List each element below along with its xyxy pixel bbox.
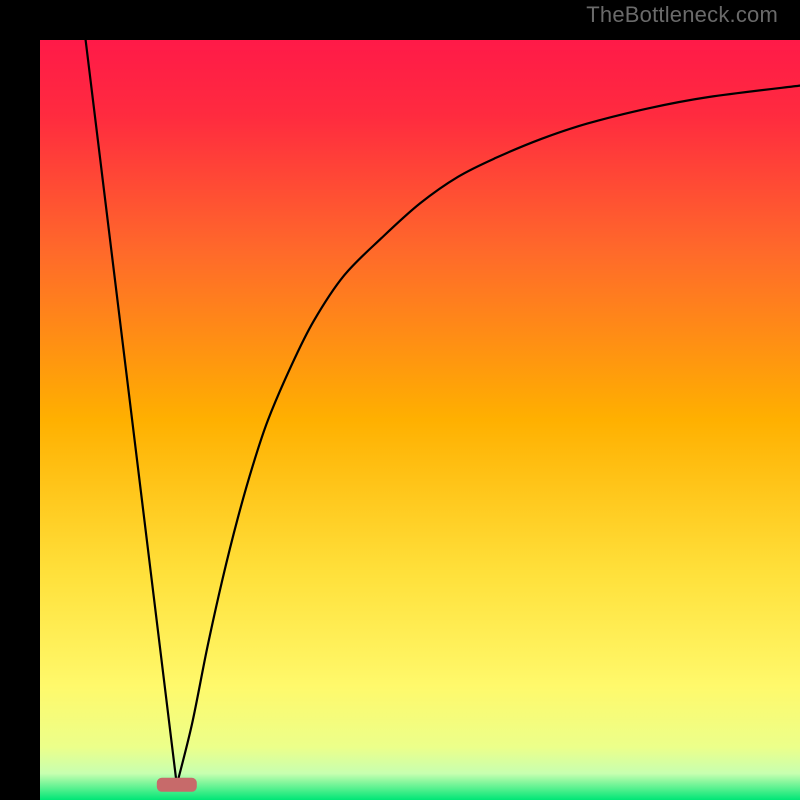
- optimum-marker: [157, 778, 197, 792]
- plot-frame: [20, 20, 780, 780]
- bottleneck-chart: [40, 40, 800, 800]
- watermark-text: TheBottleneck.com: [586, 2, 778, 28]
- gradient-background: [40, 40, 800, 800]
